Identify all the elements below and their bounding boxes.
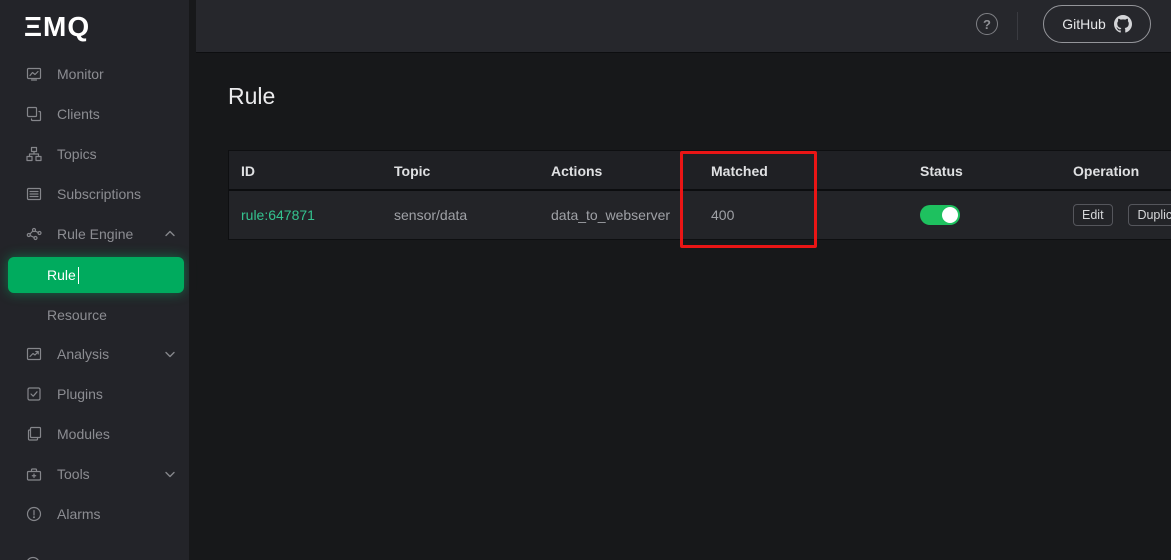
- sidebar-item-plugins[interactable]: Plugins: [0, 374, 196, 414]
- chevron-down-icon: [164, 468, 176, 480]
- analysis-icon: [26, 346, 42, 362]
- sidebar-item-clients[interactable]: Clients: [0, 94, 196, 134]
- column-header-status: Status: [908, 151, 1061, 189]
- sidebar-item-label: Alarms: [57, 506, 101, 522]
- page-title: Rule: [228, 83, 275, 110]
- sidebar-item-label: Rule Engine: [57, 226, 133, 242]
- sidebar-item-label: Clients: [57, 106, 100, 122]
- column-header-id: ID: [229, 151, 382, 189]
- rule-actions-cell: data_to_webserver: [539, 207, 699, 223]
- column-header-topic: Topic: [382, 151, 539, 189]
- sidebar-item-subscriptions[interactable]: Subscriptions: [0, 174, 196, 214]
- sidebar-item-tools[interactable]: Tools: [0, 454, 196, 494]
- column-header-operation: Operation: [1061, 151, 1171, 189]
- help-icon[interactable]: ?: [976, 13, 998, 35]
- topbar: ? GitHub: [196, 0, 1171, 53]
- rule-topic-cell: sensor/data: [382, 207, 539, 223]
- plugins-icon: [26, 386, 42, 402]
- clipped-next-item-icon: [25, 552, 41, 560]
- rule-engine-icon: [26, 226, 42, 242]
- sidebar: ΞMQ Monitor Clients Topics Subscriptions…: [0, 0, 196, 560]
- topics-icon: [26, 146, 42, 162]
- edit-button[interactable]: Edit: [1073, 204, 1113, 226]
- sidebar-item-topics[interactable]: Topics: [0, 134, 196, 174]
- table-header-row: ID Topic Actions Matched Status Operatio…: [229, 151, 1171, 191]
- sidebar-item-label: Topics: [57, 146, 97, 162]
- table-row: rule:647871 sensor/data data_to_webserve…: [229, 191, 1171, 239]
- chevron-up-icon: [164, 228, 176, 240]
- sidebar-item-label: Tools: [57, 466, 90, 482]
- chevron-down-icon: [164, 348, 176, 360]
- sidebar-item-label: Plugins: [57, 386, 103, 402]
- modules-icon: [26, 426, 42, 442]
- status-toggle[interactable]: [920, 205, 960, 225]
- duplicate-button[interactable]: Duplicate: [1128, 204, 1171, 226]
- subscriptions-icon: [26, 186, 42, 202]
- column-header-matched: Matched: [699, 151, 908, 189]
- github-button[interactable]: GitHub: [1043, 5, 1151, 43]
- github-button-label: GitHub: [1062, 16, 1106, 32]
- rule-id-link[interactable]: rule:647871: [229, 207, 382, 223]
- sidebar-item-analysis[interactable]: Analysis: [0, 334, 196, 374]
- sidebar-item-label: Subscriptions: [57, 186, 141, 202]
- sidebar-item-label: Modules: [57, 426, 110, 442]
- monitor-icon: [26, 66, 42, 82]
- emq-logo-text: ΞMQ: [24, 11, 90, 43]
- alarm-icon: [26, 506, 42, 522]
- topbar-divider: [1017, 12, 1018, 40]
- sidebar-subitem-label: Resource: [47, 307, 107, 323]
- emq-logo: ΞMQ: [0, 0, 196, 54]
- sidebar-subitem-label: Rule: [47, 267, 76, 283]
- sidebar-subitem-resource[interactable]: Resource: [0, 296, 196, 334]
- sidebar-item-label: Monitor: [57, 66, 104, 82]
- sidebar-item-alarms[interactable]: Alarms: [0, 494, 196, 534]
- github-icon: [1114, 15, 1132, 33]
- column-header-actions: Actions: [539, 151, 699, 189]
- sidebar-subitem-rule[interactable]: Rule: [8, 257, 184, 293]
- tools-icon: [26, 466, 42, 482]
- sidebar-item-rule-engine[interactable]: Rule Engine: [0, 214, 196, 254]
- rule-table: ID Topic Actions Matched Status Operatio…: [228, 150, 1171, 240]
- sidebar-item-monitor[interactable]: Monitor: [0, 54, 196, 94]
- main-content: Rule ID Topic Actions Matched Status Ope…: [196, 53, 1171, 560]
- sidebar-item-label: Analysis: [57, 346, 109, 362]
- help-glyph: ?: [983, 17, 991, 32]
- text-cursor: [78, 267, 80, 284]
- rule-matched-cell: 400: [699, 207, 908, 223]
- sidebar-item-modules[interactable]: Modules: [0, 414, 196, 454]
- clients-icon: [26, 106, 42, 122]
- status-toggle-knob: [942, 207, 958, 223]
